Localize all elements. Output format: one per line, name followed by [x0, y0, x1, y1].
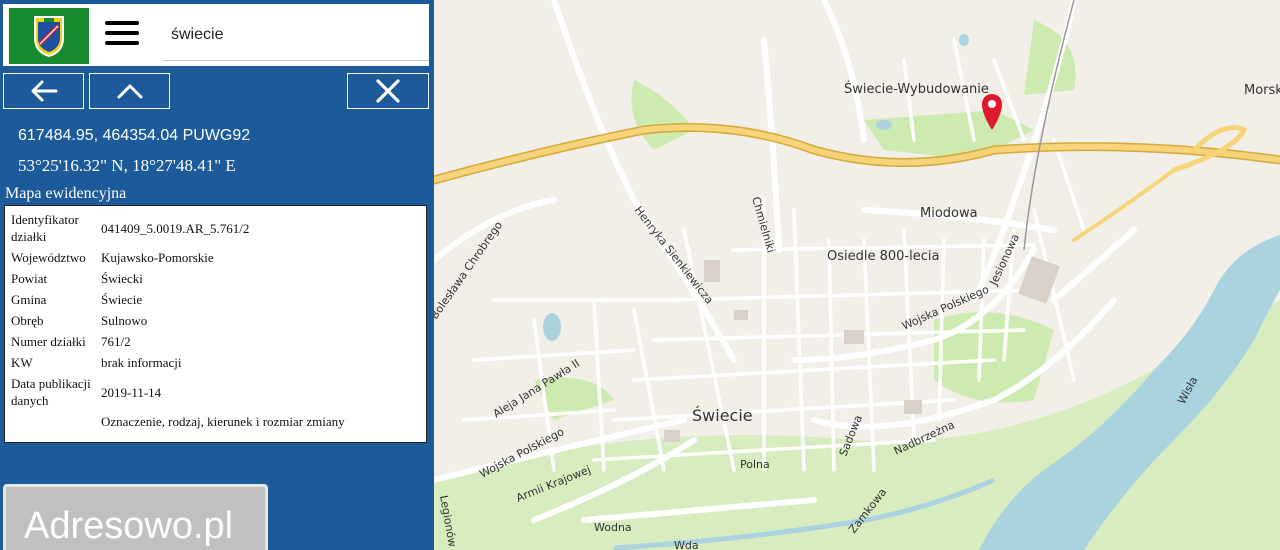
up-button[interactable] [89, 73, 170, 109]
search-box [163, 12, 429, 61]
section-title: Mapa ewidencyjna [5, 185, 127, 202]
top-bar [3, 4, 429, 66]
parcel-row-key: Identyfikator działki [11, 212, 79, 244]
parcel-row: Oznaczenie, rodzaj, kierunek i rozmiar z… [5, 411, 345, 432]
label-wybudowanie: Świecie-Wybudowanie [844, 81, 989, 97]
adresowo-watermark: Adresowo.pl [3, 484, 268, 550]
side-panel: 617484.95, 464354.04 PUWG92 53°25'16.32"… [0, 0, 434, 550]
arrow-left-icon [31, 80, 57, 102]
street-map[interactable]: Świecie-Wybudowanie Morsk Miodowa Osiedl… [434, 0, 1280, 550]
parcel-row: Powiat Świecki [5, 268, 345, 289]
watermark-text: Adresowo.pl [24, 505, 234, 547]
label-polna: Polna [740, 458, 770, 471]
parcel-row-value: 761/2 [101, 334, 131, 349]
parcel-row-key: Numer działki [11, 334, 86, 349]
label-wda: Wda [674, 539, 699, 550]
map-view[interactable]: Świecie-Wybudowanie Morsk Miodowa Osiedl… [434, 0, 1280, 550]
parcel-row-value: Oznaczenie, rodzaj, kierunek i rozmiar z… [101, 414, 345, 429]
chevron-up-icon [117, 84, 142, 99]
parcel-row: Obręb Sulnowo [5, 310, 345, 331]
parcel-row: Identyfikator działki 041409_5.0019.AR_5.… [5, 209, 345, 247]
parcel-row: KW brak informacji [5, 352, 345, 373]
parcel-row-value: Sulnowo [101, 313, 148, 328]
label-osiedle: Osiedle 800-lecia [827, 249, 939, 264]
parcel-row-value: Świecie [101, 292, 143, 307]
label-miodowa: Miodowa [920, 206, 978, 221]
parcel-row-key: Powiat [11, 271, 48, 286]
parcel-row-key: KW [11, 355, 33, 370]
parcel-row-key: Gmina [11, 292, 47, 307]
parcel-row-key: Województwo [11, 250, 86, 265]
close-icon [376, 79, 400, 103]
parcel-row: Data publikacji danych 2019-11-14 [5, 373, 345, 411]
label-swiecie: Świecie [692, 406, 753, 425]
parcel-row-key [5, 411, 95, 432]
coordinates-puwg: 617484.95, 464354.04 PUWG92 [18, 127, 251, 144]
back-button[interactable] [3, 73, 84, 109]
label-morsk: Morsk [1244, 83, 1280, 98]
parcel-row: Gmina Świecie [5, 289, 345, 310]
parcel-row-value: 2019-11-14 [101, 384, 162, 400]
coat-of-arms-icon[interactable] [9, 8, 89, 64]
search-input[interactable] [169, 22, 423, 48]
parcel-info-box: Identyfikator działki 041409_5.0019.AR_5.… [4, 205, 427, 443]
parcel-row-key: Obręb [11, 313, 44, 328]
parcel-row-value: Kujawsko-Pomorskie [101, 250, 214, 265]
label-wodna: Wodna [594, 521, 632, 534]
parcel-row-value: 041409_5.0019.AR_5.761/2 [101, 220, 250, 236]
parcel-row: Numer działki 761/2 [5, 331, 345, 352]
parcel-row-key: Data publikacji danych [11, 376, 91, 408]
parcel-row: Województwo Kujawsko-Pomorskie [5, 247, 345, 268]
parcel-info-table: Identyfikator działki 041409_5.0019.AR_5.… [5, 209, 345, 432]
hamburger-menu-icon[interactable] [105, 21, 139, 49]
parcel-row-value: brak informacji [101, 355, 182, 370]
coordinates-geo: 53°25'16.32" N, 18°27'48.41" E [18, 156, 236, 175]
parcel-row-value: Świecki [101, 271, 143, 286]
close-button[interactable] [347, 73, 429, 109]
